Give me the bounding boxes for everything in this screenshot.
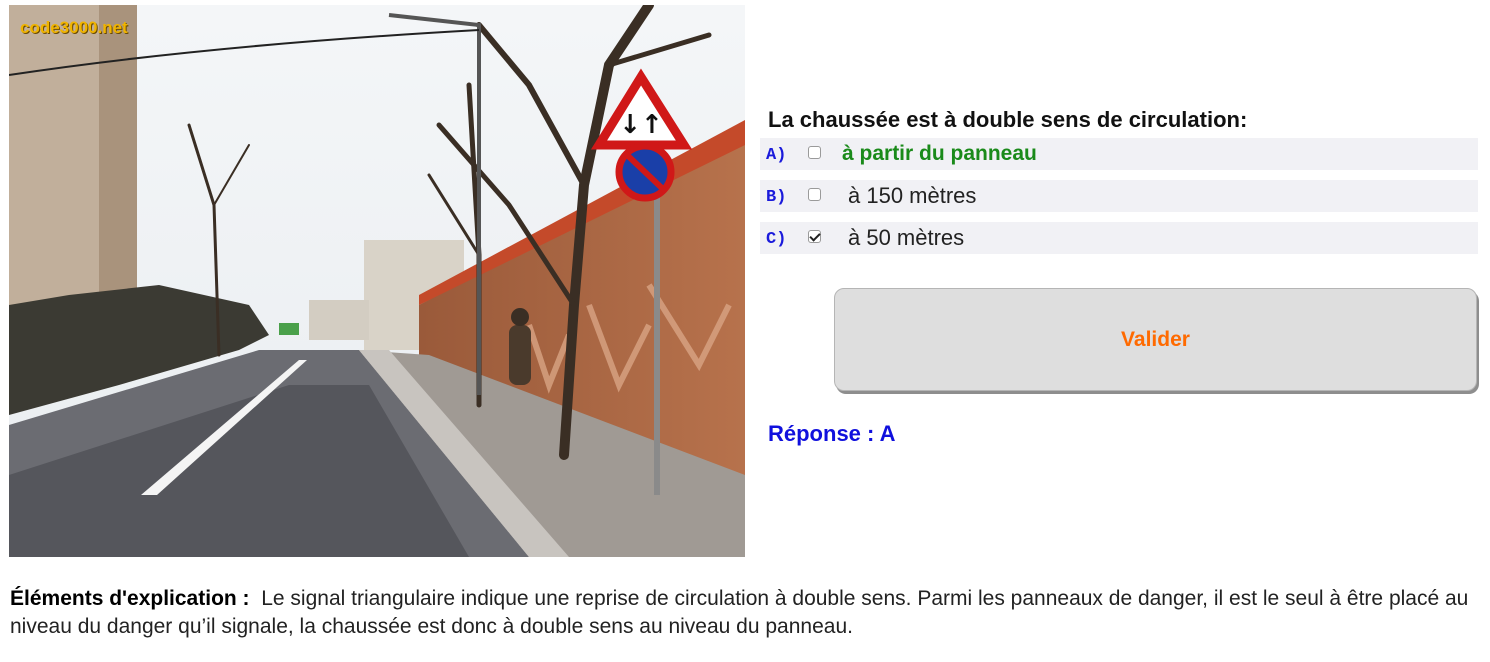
explanation-label: Éléments d'explication : (10, 587, 250, 610)
answer-c-text: à 50 mètres (848, 225, 965, 250)
explanation-block: Éléments d'explication : Le signal trian… (10, 585, 1480, 641)
answer-a-checkbox[interactable] (808, 146, 821, 159)
answer-c-checkbox[interactable] (808, 230, 821, 243)
answer-letter-b: B) (766, 188, 787, 207)
answer-letter-a: A) (766, 146, 787, 165)
valider-button[interactable]: Valider (834, 288, 1477, 391)
answer-row-a[interactable]: A) à partir du panneau (760, 138, 1478, 170)
answer-b-text: à 150 mètres (848, 183, 977, 208)
answer-b-checkbox[interactable] (808, 188, 821, 201)
answer-row-b[interactable]: B) à 150 mètres (760, 180, 1478, 212)
svg-text:↓↑: ↓↑ (619, 110, 663, 140)
site-watermark: code3000.net (20, 18, 128, 37)
answer-letter-c: C) (766, 230, 787, 249)
road-scene-photo: ↓↑ (9, 5, 745, 557)
answer-a-text: à partir du panneau (842, 142, 1037, 165)
answer-row-c[interactable]: C) à 50 mètres (760, 222, 1478, 254)
question-text: La chaussée est à double sens de circula… (768, 107, 1248, 132)
answer-result: Réponse : A (768, 421, 896, 446)
